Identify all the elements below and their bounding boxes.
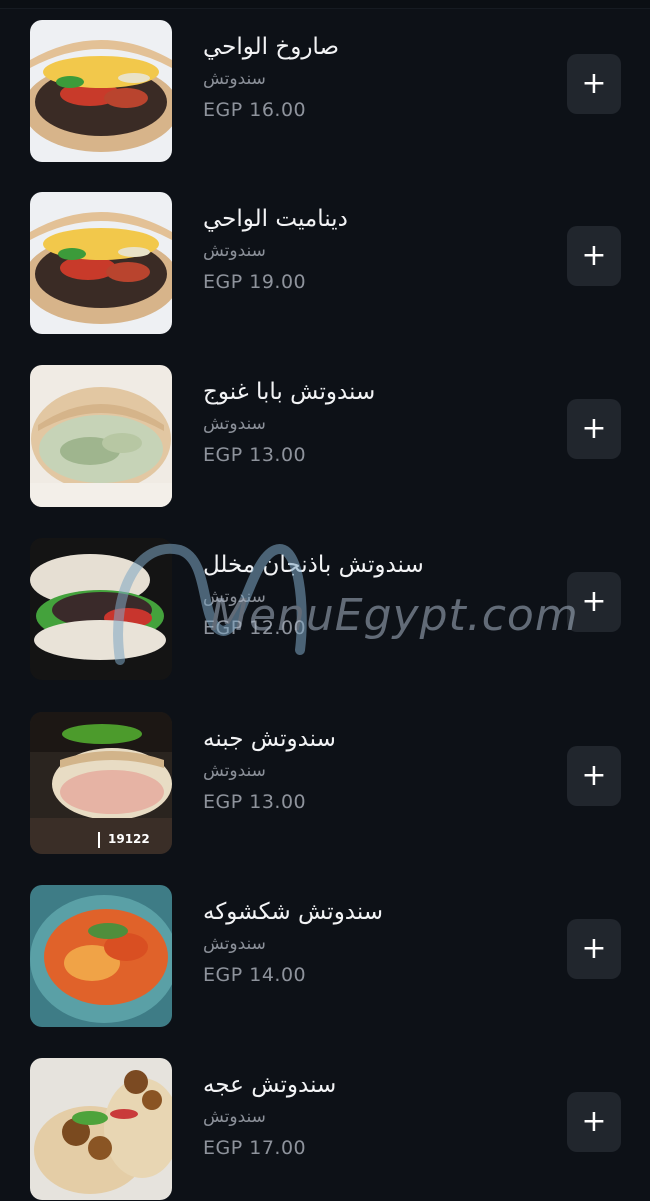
phone-badge: 19122 xyxy=(108,832,150,846)
item-name: صاروخ الواحي xyxy=(203,34,339,60)
item-category: سندوتش xyxy=(203,934,266,954)
menu-item[interactable]: ديناميت الواحي سندوتش EGP 19.00 + xyxy=(0,192,650,352)
item-price: EGP 19.00 xyxy=(203,271,307,293)
add-button[interactable]: + xyxy=(567,572,621,632)
item-name: سندوتش باذنجان مخلل xyxy=(203,552,424,578)
item-image[interactable]: 19122 xyxy=(30,712,172,854)
item-image[interactable] xyxy=(30,20,172,162)
menu-item[interactable]: سندوتش عجه سندوتش EGP 17.00 + xyxy=(0,1058,650,1201)
add-button[interactable]: + xyxy=(567,399,621,459)
item-image[interactable] xyxy=(30,192,172,334)
item-info: سندوتش بابا غنوج سندوتش EGP 13.00 xyxy=(203,375,543,470)
item-price: EGP 12.00 xyxy=(203,617,307,639)
item-name: سندوتش جبنه xyxy=(203,726,336,752)
item-price: EGP 17.00 xyxy=(203,1137,307,1159)
menu-item[interactable]: صاروخ الواحي سندوتش EGP 16.00 + xyxy=(0,20,650,180)
item-image[interactable] xyxy=(30,1058,172,1200)
item-info: صاروخ الواحي سندوتش EGP 16.00 xyxy=(203,30,543,125)
item-info: سندوتش باذنجان مخلل سندوتش EGP 12.00 xyxy=(203,548,543,643)
item-image[interactable] xyxy=(30,885,172,1027)
item-category: سندوتش xyxy=(203,1107,266,1127)
menu-item[interactable]: سندوتش شكشوكه سندوتش EGP 14.00 + xyxy=(0,885,650,1045)
item-category: سندوتش xyxy=(203,761,266,781)
item-category: سندوتش xyxy=(203,241,266,261)
item-category: سندوتش xyxy=(203,414,266,434)
item-info: ديناميت الواحي سندوتش EGP 19.00 xyxy=(203,202,543,297)
item-info: سندوتش جبنه سندوتش EGP 13.00 xyxy=(203,722,543,817)
top-divider xyxy=(0,0,650,9)
add-button[interactable]: + xyxy=(567,226,621,286)
add-button[interactable]: + xyxy=(567,54,621,114)
item-image[interactable] xyxy=(30,365,172,507)
menu-page: صاروخ الواحي سندوتش EGP 16.00 + ديناميت … xyxy=(0,0,650,1201)
menu-item[interactable]: 19122 سندوتش جبنه سندوتش EGP 13.00 + xyxy=(0,712,650,872)
add-button[interactable]: + xyxy=(567,1092,621,1152)
item-name: ديناميت الواحي xyxy=(203,206,348,232)
item-image[interactable] xyxy=(30,538,172,680)
menu-item[interactable]: سندوتش باذنجان مخلل سندوتش EGP 12.00 + xyxy=(0,538,650,698)
item-name: سندوتش شكشوكه xyxy=(203,899,384,925)
item-price: EGP 13.00 xyxy=(203,791,307,813)
add-button[interactable]: + xyxy=(567,919,621,979)
item-name: سندوتش عجه xyxy=(203,1072,337,1098)
item-category: سندوتش xyxy=(203,587,266,607)
menu-item[interactable]: سندوتش بابا غنوج سندوتش EGP 13.00 + xyxy=(0,365,650,525)
item-price: EGP 16.00 xyxy=(203,99,307,121)
item-price: EGP 13.00 xyxy=(203,444,307,466)
item-info: سندوتش عجه سندوتش EGP 17.00 xyxy=(203,1068,543,1163)
item-price: EGP 14.00 xyxy=(203,964,307,986)
item-category: سندوتش xyxy=(203,69,266,89)
item-info: سندوتش شكشوكه سندوتش EGP 14.00 xyxy=(203,895,543,990)
item-name: سندوتش بابا غنوج xyxy=(203,379,376,405)
add-button[interactable]: + xyxy=(567,746,621,806)
